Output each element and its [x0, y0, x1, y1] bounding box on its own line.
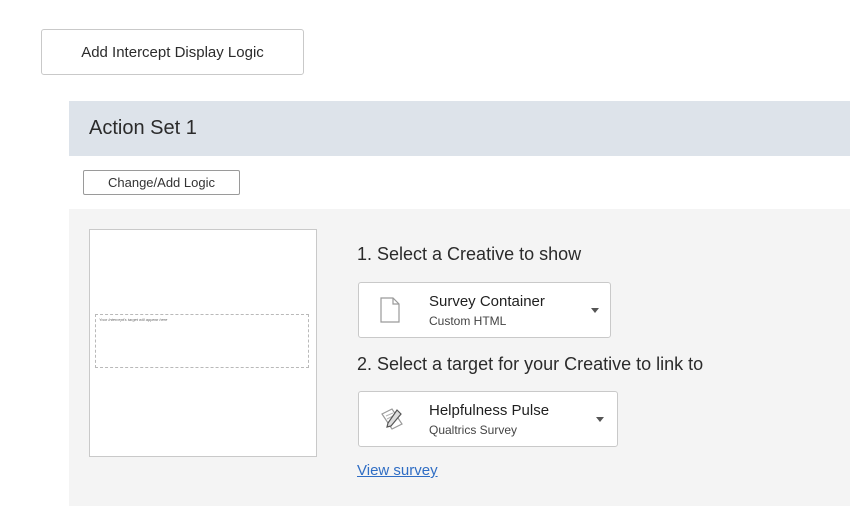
step1-label: 1. Select a Creative to show — [357, 244, 582, 264]
action-set-title: Action Set 1 — [89, 117, 197, 139]
preview-target-area: Your Intercept's target will appear here — [95, 314, 309, 368]
chevron-down-icon — [596, 417, 604, 422]
document-icon — [379, 297, 401, 328]
chevron-down-icon — [591, 308, 599, 313]
pencil-paper-icon — [379, 406, 405, 437]
change-add-logic-button[interactable]: Change/Add Logic — [83, 170, 240, 195]
creative-preview: Your Intercept's target will appear here — [89, 229, 317, 457]
creative-name: Survey Container — [429, 293, 545, 310]
action-set-header: Action Set 1 — [69, 101, 850, 156]
preview-placeholder-text: Your Intercept's target will appear here — [99, 317, 168, 322]
target-select-dropdown[interactable]: Helpfulness Pulse Qualtrics Survey — [358, 391, 618, 447]
creative-select-dropdown[interactable]: Survey Container Custom HTML — [358, 282, 611, 338]
target-type: Qualtrics Survey — [429, 423, 518, 437]
creative-type: Custom HTML — [429, 314, 507, 328]
step2-label: 2. Select a target for your Creative to … — [357, 354, 704, 374]
target-name: Helpfulness Pulse — [429, 402, 550, 419]
add-intercept-display-logic-button[interactable]: Add Intercept Display Logic — [41, 29, 304, 75]
view-survey-link[interactable]: View survey — [357, 462, 438, 479]
